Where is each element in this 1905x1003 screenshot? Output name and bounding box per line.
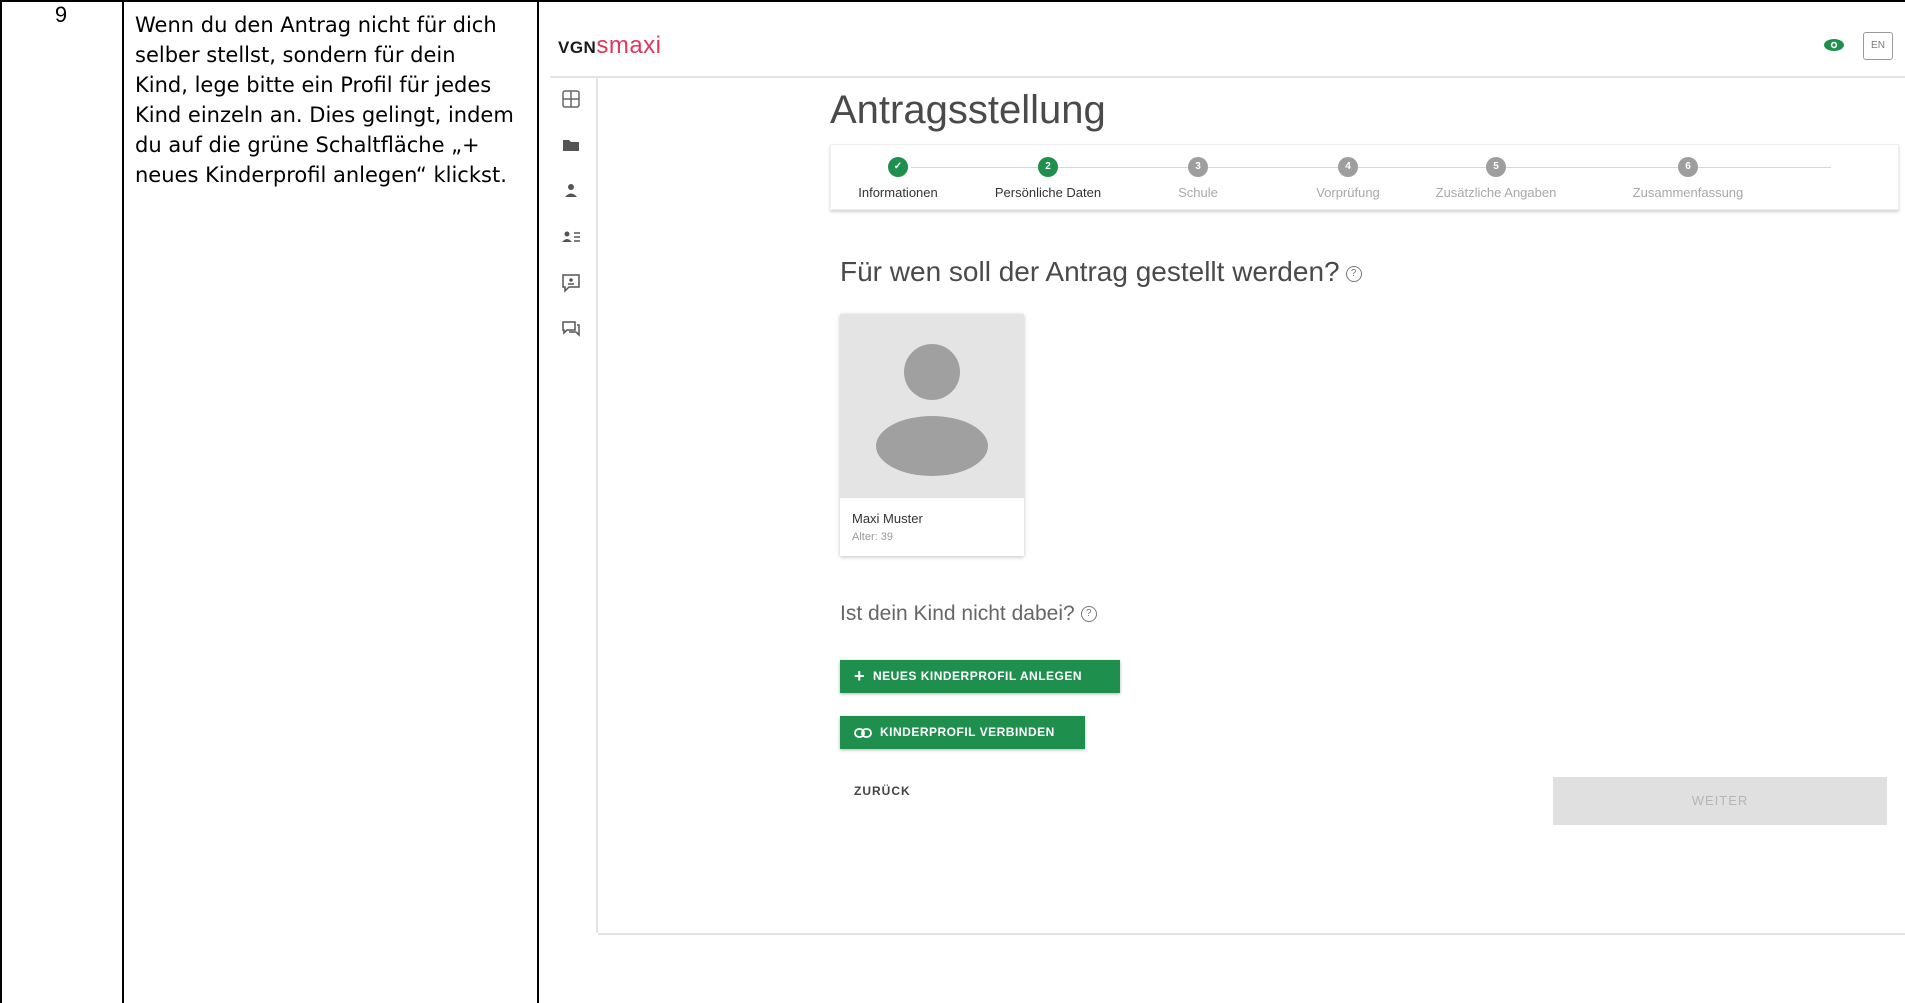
step-label: Zusätzliche Angaben bbox=[1435, 185, 1557, 200]
feedback-icon[interactable] bbox=[560, 272, 582, 294]
logo-vgn: VGN bbox=[558, 38, 597, 57]
step-number: 3 bbox=[1188, 157, 1208, 177]
language-button[interactable]: EN bbox=[1863, 32, 1893, 60]
step-number: 5 bbox=[1486, 157, 1506, 177]
person-icon[interactable] bbox=[560, 180, 582, 202]
top-bar: VGNsmaxi EN bbox=[550, 2, 1905, 78]
step-label: Schule bbox=[1178, 185, 1218, 200]
next-button[interactable]: WEITER bbox=[1553, 777, 1887, 825]
step-informationen[interactable]: ✓ Informationen bbox=[813, 149, 983, 200]
step-label: Persönliche Daten bbox=[994, 185, 1102, 200]
step-schule: 3 Schule bbox=[1113, 149, 1283, 200]
page-title: Antragsstellung bbox=[830, 88, 1106, 132]
sidebar bbox=[550, 78, 598, 933]
back-button[interactable]: ZURÜCK bbox=[854, 784, 911, 798]
applicant-question-text: Für wen soll der Antrag gestellt werden? bbox=[840, 256, 1340, 287]
profile-age: Alter: 39 bbox=[852, 531, 893, 543]
step-zusammenfassung: 6 Zusammenfassung bbox=[1603, 149, 1773, 200]
applicant-question: Für wen soll der Antrag gestellt werden?… bbox=[840, 256, 1362, 288]
instruction-text: Wenn du den Antrag nicht für dich selber… bbox=[135, 13, 514, 187]
main-content: Antragsstellung ✓ Informationen 2 Persön… bbox=[598, 78, 1905, 935]
step-zusaetzliche-angaben: 5 Zusätzliche Angaben bbox=[1411, 149, 1581, 200]
step-label: Informationen bbox=[858, 185, 938, 200]
step-label: Vorprüfung bbox=[1316, 185, 1380, 200]
app-screenshot: VGNsmaxi EN Antragsstellung ✓ Informatio… bbox=[550, 2, 1905, 1003]
plus-icon: + bbox=[854, 666, 866, 686]
table-border-col1 bbox=[122, 0, 124, 1003]
table-border-left bbox=[0, 0, 2, 1003]
eye-icon[interactable] bbox=[1823, 38, 1845, 52]
profile-card[interactable]: Maxi Muster Alter: 39 bbox=[840, 314, 1024, 556]
avatar bbox=[840, 314, 1024, 498]
step-number: 4 bbox=[1338, 157, 1358, 177]
stepper: ✓ Informationen 2 Persönliche Daten 3 Sc… bbox=[830, 144, 1899, 210]
step-label: Zusammenfassung bbox=[1632, 185, 1744, 200]
child-question: Ist dein Kind nicht dabei?? bbox=[840, 602, 1097, 626]
link-child-profile-label: KINDERPROFIL VERBINDEN bbox=[880, 725, 1055, 739]
logo[interactable]: VGNsmaxi bbox=[558, 32, 662, 60]
folder-icon[interactable] bbox=[560, 134, 582, 156]
person-list-icon[interactable] bbox=[560, 226, 582, 248]
logo-smaxi: smaxi bbox=[596, 32, 662, 59]
link-icon bbox=[854, 727, 872, 738]
help-icon[interactable]: ? bbox=[1080, 606, 1097, 623]
avatar-placeholder-icon bbox=[876, 344, 988, 476]
child-question-text: Ist dein Kind nicht dabei? bbox=[840, 602, 1075, 625]
table-border-col2 bbox=[537, 0, 539, 1003]
step-vorpruefung: 4 Vorprüfung bbox=[1263, 149, 1433, 200]
step-number: 2 bbox=[1038, 157, 1058, 177]
step-check-icon: ✓ bbox=[888, 157, 908, 177]
new-child-profile-button[interactable]: + NEUES KINDERPROFIL ANLEGEN bbox=[840, 660, 1120, 693]
profile-name: Maxi Muster bbox=[852, 511, 923, 526]
link-child-profile-button[interactable]: KINDERPROFIL VERBINDEN bbox=[840, 716, 1085, 749]
help-icon[interactable]: ? bbox=[1345, 265, 1362, 282]
step-persoenliche-daten[interactable]: 2 Persönliche Daten bbox=[963, 149, 1133, 200]
dashboard-icon[interactable] bbox=[560, 88, 582, 110]
new-child-profile-label: NEUES KINDERPROFIL ANLEGEN bbox=[873, 669, 1083, 683]
row-number: 9 bbox=[54, 2, 68, 27]
step-number: 6 bbox=[1678, 157, 1698, 177]
chat-icon[interactable] bbox=[560, 318, 582, 340]
